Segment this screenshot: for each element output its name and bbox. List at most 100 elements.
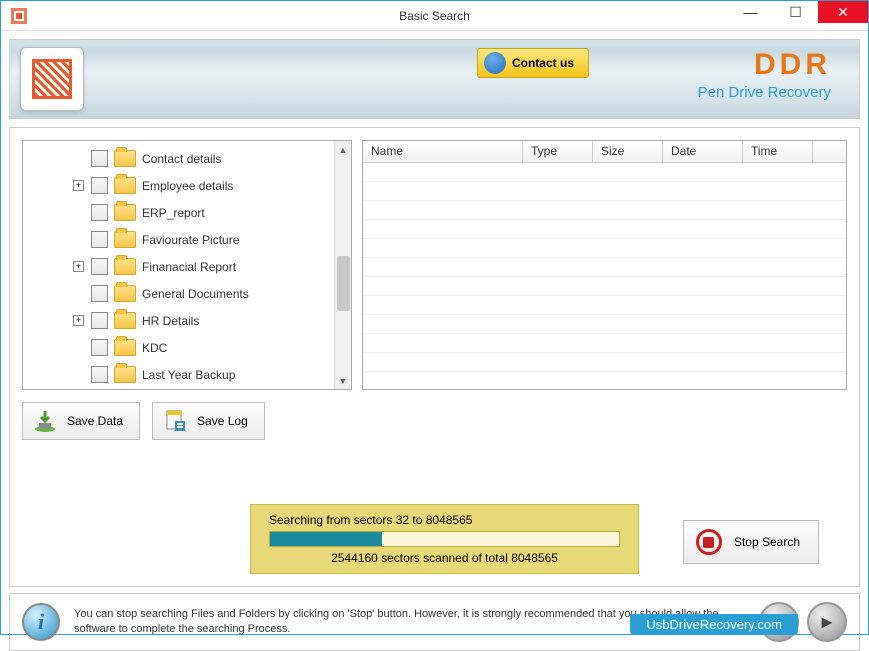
contact-us-button[interactable]: Contact us <box>477 48 589 78</box>
scroll-down-icon[interactable]: ▼ <box>335 372 351 389</box>
forward-button[interactable]: ► <box>807 602 847 642</box>
list-row[interactable] <box>363 239 846 258</box>
folder-icon <box>114 366 136 383</box>
folder-icon <box>114 285 136 302</box>
tree-item[interactable]: Faviourate Picture <box>23 226 351 253</box>
tree-checkbox[interactable] <box>91 366 108 383</box>
list-rows <box>363 163 846 372</box>
tree-item-label: Faviourate Picture <box>142 233 239 247</box>
window-title: Basic Search <box>399 9 470 23</box>
progress-bar <box>269 531 620 547</box>
tree-item[interactable]: General Documents <box>23 280 351 307</box>
action-buttons: Save Data Save Log <box>22 402 847 440</box>
save-log-label: Save Log <box>197 414 248 428</box>
tree-item[interactable]: + Finanacial Report <box>23 253 351 280</box>
stop-search-button[interactable]: Stop Search <box>683 520 819 564</box>
list-row[interactable] <box>363 201 846 220</box>
list-row[interactable] <box>363 296 846 315</box>
tree-item-label: Employee details <box>142 179 233 193</box>
folder-icon <box>114 312 136 329</box>
tree-scrollbar[interactable]: ▲ ▼ <box>334 141 351 389</box>
column-header[interactable] <box>813 141 846 162</box>
tree-checkbox[interactable] <box>91 231 108 248</box>
tree-item-label: ERP_report <box>142 206 205 220</box>
minimize-button[interactable]: — <box>728 1 773 23</box>
contact-label: Contact us <box>512 56 574 70</box>
titlebar: Basic Search — ☐ ✕ <box>1 1 868 31</box>
save-log-icon <box>163 409 187 433</box>
app-window: Basic Search — ☐ ✕ Contact us DDR Pen Dr… <box>0 0 869 635</box>
folder-tree[interactable]: Contact details + Employee details ERP_repo… <box>23 141 351 390</box>
progress-bar-fill <box>270 532 382 546</box>
content-area: Contact details + Employee details ERP_repo… <box>9 127 860 587</box>
tree-checkbox[interactable] <box>91 339 108 356</box>
save-data-icon <box>33 409 57 433</box>
progress-area: Searching from sectors 32 to 8048565 254… <box>250 504 639 574</box>
scroll-thumb[interactable] <box>337 256 350 311</box>
column-header[interactable]: Type <box>523 141 593 162</box>
tree-checkbox[interactable] <box>91 258 108 275</box>
column-header[interactable]: Size <box>593 141 663 162</box>
list-row[interactable] <box>363 353 846 372</box>
folder-icon <box>114 177 136 194</box>
folder-icon <box>114 231 136 248</box>
list-row[interactable] <box>363 277 846 296</box>
list-row[interactable] <box>363 182 846 201</box>
progress-range-text: Searching from sectors 32 to 8048565 <box>269 513 620 527</box>
tree-item[interactable]: Last Year Backup <box>23 361 351 388</box>
folder-icon <box>114 258 136 275</box>
tree-item-label: HR Details <box>142 314 199 328</box>
folder-icon <box>114 204 136 221</box>
maximize-button[interactable]: ☐ <box>773 1 818 23</box>
tree-item-label: KDC <box>142 341 167 355</box>
tree-checkbox[interactable] <box>91 204 108 221</box>
brand-subtitle: Pen Drive Recovery <box>698 84 831 101</box>
tree-item-label: Contact details <box>142 152 221 166</box>
folder-icon <box>114 339 136 356</box>
save-data-button[interactable]: Save Data <box>22 402 140 440</box>
list-row[interactable] <box>363 258 846 277</box>
scroll-up-icon[interactable]: ▲ <box>335 141 351 158</box>
expand-icon[interactable]: + <box>73 180 84 191</box>
person-icon <box>484 52 506 74</box>
list-row[interactable] <box>363 334 846 353</box>
stop-search-label: Stop Search <box>734 535 800 549</box>
folder-tree-pane: Contact details + Employee details ERP_repo… <box>22 140 352 390</box>
expand-icon[interactable]: + <box>73 261 84 272</box>
column-header[interactable]: Time <box>743 141 813 162</box>
tree-checkbox[interactable] <box>91 150 108 167</box>
tree-item[interactable]: ERP_report <box>23 199 351 226</box>
tree-checkbox[interactable] <box>91 177 108 194</box>
tree-item[interactable]: Contact details <box>23 145 351 172</box>
tree-item-label: General Documents <box>142 287 249 301</box>
list-row[interactable] <box>363 163 846 182</box>
file-list-pane: NameTypeSizeDateTime <box>362 140 847 390</box>
brand-text: DDR Pen Drive Recovery <box>698 48 831 101</box>
progress-status-text: 2544160 sectors scanned of total 8048565 <box>269 551 620 565</box>
save-data-label: Save Data <box>67 414 123 428</box>
logo-box <box>20 47 84 111</box>
logo-icon <box>32 59 72 99</box>
tree-item[interactable]: KDC <box>23 334 351 361</box>
header-banner: Contact us DDR Pen Drive Recovery <box>9 39 860 119</box>
window-controls: — ☐ ✕ <box>728 1 868 23</box>
list-row[interactable] <box>363 315 846 334</box>
column-header[interactable]: Name <box>363 141 523 162</box>
list-row[interactable] <box>363 220 846 239</box>
tree-item-label: Finanacial Report <box>142 260 236 274</box>
close-button[interactable]: ✕ <box>818 1 868 23</box>
stop-icon <box>696 529 722 555</box>
brand-name: DDR <box>698 48 831 82</box>
tree-item[interactable]: + HR Details <box>23 307 351 334</box>
info-icon: i <box>22 603 60 641</box>
expand-icon[interactable]: + <box>73 315 84 326</box>
tree-checkbox[interactable] <box>91 312 108 329</box>
folder-icon <box>114 150 136 167</box>
save-log-button[interactable]: Save Log <box>152 402 265 440</box>
footer-link[interactable]: UsbDriveRecovery.com <box>630 614 798 635</box>
app-icon <box>9 6 29 26</box>
list-header: NameTypeSizeDateTime <box>363 141 846 163</box>
column-header[interactable]: Date <box>663 141 743 162</box>
tree-checkbox[interactable] <box>91 285 108 302</box>
tree-item[interactable]: + Employee details <box>23 172 351 199</box>
